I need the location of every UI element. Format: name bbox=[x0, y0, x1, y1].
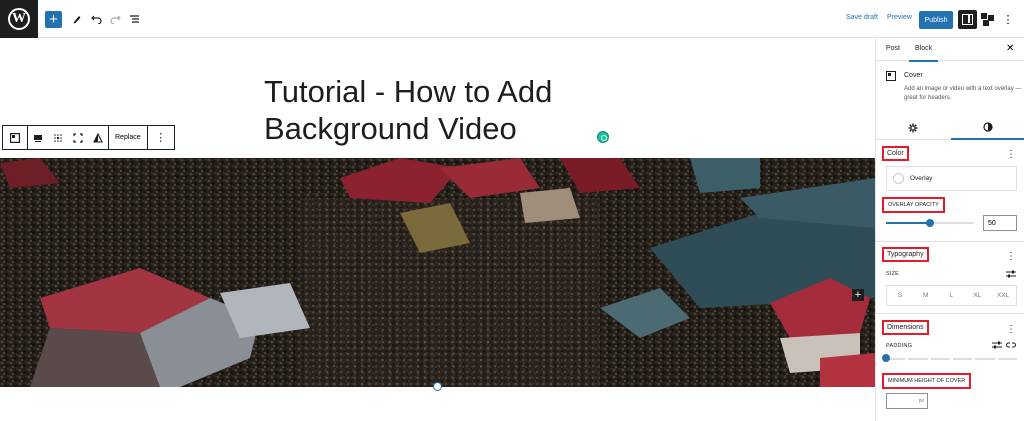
close-icon: ✕ bbox=[1006, 43, 1015, 54]
jetpack-button[interactable] bbox=[980, 10, 994, 28]
tab-block[interactable]: Block bbox=[908, 45, 939, 62]
undo-icon bbox=[90, 15, 102, 24]
cover-block-icon bbox=[10, 132, 20, 143]
padding-label: PADDING bbox=[886, 343, 913, 349]
more-options-button[interactable]: ⋮ bbox=[1002, 10, 1014, 28]
matrix-position-button[interactable] bbox=[48, 126, 68, 149]
block-settings-subtabs bbox=[876, 116, 1024, 140]
tools-button[interactable] bbox=[68, 10, 86, 28]
color-panel-title: Color bbox=[882, 146, 909, 161]
replace-button[interactable]: Replace bbox=[109, 126, 147, 149]
close-sidebar-button[interactable]: ✕ bbox=[1006, 43, 1014, 54]
block-toolbar: Replace ⋮ bbox=[2, 125, 175, 150]
min-height-unit: px bbox=[918, 398, 924, 404]
typography-panel-options-button[interactable]: ⋮ bbox=[1006, 251, 1016, 262]
fullscreen-icon bbox=[73, 132, 83, 143]
font-size-s-button[interactable]: S bbox=[887, 286, 913, 305]
list-view-icon bbox=[129, 15, 139, 23]
more-vertical-icon: ⋮ bbox=[1006, 149, 1016, 160]
duotone-icon bbox=[93, 132, 103, 143]
settings-sidebar: Post Block ✕ Cover Add an image or video… bbox=[875, 39, 1024, 421]
block-options-button[interactable]: ⋮ bbox=[148, 126, 174, 149]
padding-slider-thumb[interactable] bbox=[882, 354, 890, 362]
redo-button[interactable] bbox=[106, 10, 124, 28]
jetpack-icon bbox=[980, 12, 994, 26]
font-size-m-button[interactable]: M bbox=[913, 286, 939, 305]
save-draft-button[interactable]: Save draft bbox=[846, 14, 878, 21]
dimensions-panel-options-button[interactable]: ⋮ bbox=[1006, 324, 1016, 335]
custom-size-toggle-icon[interactable] bbox=[1006, 270, 1016, 278]
tab-block-styles[interactable] bbox=[951, 116, 1024, 140]
cover-block-icon bbox=[886, 71, 896, 81]
tab-post[interactable]: Post bbox=[886, 45, 900, 52]
overlay-opacity-slider[interactable] bbox=[886, 219, 974, 227]
pencil-icon bbox=[73, 16, 81, 24]
link-sides-icon[interactable] bbox=[1006, 341, 1016, 349]
gear-icon bbox=[908, 123, 918, 133]
change-content-position-button[interactable] bbox=[28, 126, 48, 149]
duotone-button[interactable] bbox=[88, 126, 108, 149]
block-description: Add an image or video with a text overla… bbox=[904, 86, 1022, 101]
add-block-button[interactable]: + bbox=[45, 11, 62, 28]
more-vertical-icon: ⋮ bbox=[1006, 251, 1016, 262]
overlay-swatch bbox=[893, 173, 904, 184]
list-view-button[interactable] bbox=[125, 10, 143, 28]
editor-top-bar: W + Save draft Preview Publish ⋮ bbox=[0, 0, 1024, 38]
full-height-button[interactable] bbox=[68, 126, 88, 149]
options-group: ⋮ bbox=[148, 126, 174, 149]
color-panel-options-button[interactable]: ⋮ bbox=[1006, 149, 1016, 160]
cover-resize-handle[interactable] bbox=[433, 382, 442, 391]
overlay-label: Overlay bbox=[910, 175, 933, 182]
preview-button[interactable]: Preview bbox=[887, 14, 912, 21]
wordpress-logo-icon: W bbox=[8, 8, 30, 30]
grid-dots-icon bbox=[54, 133, 62, 142]
tab-block-settings[interactable] bbox=[876, 116, 950, 140]
settings-toggle-button[interactable] bbox=[958, 10, 977, 29]
overlay-color-button[interactable]: Overlay bbox=[886, 166, 1017, 191]
typography-panel-title: Typography bbox=[882, 247, 929, 262]
font-size-l-button[interactable]: L bbox=[939, 286, 965, 305]
more-vertical-icon: ⋮ bbox=[155, 132, 167, 144]
publish-button[interactable]: Publish bbox=[919, 11, 953, 29]
settings-icon bbox=[962, 14, 973, 25]
padding-custom-toggle-icon[interactable] bbox=[992, 341, 1002, 349]
contrast-icon bbox=[983, 122, 993, 132]
editor-canvas: Tutorial - How to Add Background Video R… bbox=[0, 39, 875, 421]
min-height-label: MINIMUM HEIGHT OF COVER bbox=[882, 373, 972, 389]
cover-block[interactable]: + bbox=[0, 158, 875, 387]
sidebar-tabs: Post Block ✕ bbox=[876, 39, 1024, 62]
more-vertical-icon: ⋮ bbox=[1006, 324, 1016, 335]
overlay-opacity-input[interactable] bbox=[983, 215, 1017, 231]
add-block-inserter-button[interactable]: + bbox=[852, 289, 864, 301]
panel-divider bbox=[876, 313, 1024, 314]
font-size-xl-button[interactable]: XL bbox=[964, 286, 990, 305]
size-label: SIZE bbox=[886, 271, 900, 277]
dimensions-panel-title: Dimensions bbox=[882, 320, 929, 335]
more-vertical-icon: ⋮ bbox=[1002, 13, 1014, 26]
block-name: Cover bbox=[904, 72, 923, 79]
panel-divider bbox=[876, 241, 1024, 242]
redo-icon bbox=[109, 15, 121, 24]
replace-group: Replace bbox=[109, 126, 148, 149]
min-height-input[interactable]: px bbox=[886, 393, 928, 409]
overlay-opacity-slider-thumb[interactable] bbox=[926, 219, 934, 227]
overlay-opacity-slider-fill bbox=[886, 222, 930, 224]
wordpress-logo[interactable]: W bbox=[0, 0, 38, 38]
content-position-icon bbox=[34, 134, 42, 142]
cover-background-video-image bbox=[0, 158, 875, 387]
font-size-xxl-button[interactable]: XXL bbox=[990, 286, 1016, 305]
undo-button[interactable] bbox=[87, 10, 105, 28]
alignment-group bbox=[28, 126, 109, 149]
block-type-button[interactable] bbox=[3, 126, 27, 149]
font-size-picker: S M L XL XXL bbox=[886, 285, 1017, 306]
post-title[interactable]: Tutorial - How to Add Background Video bbox=[264, 73, 594, 147]
block-type-group bbox=[3, 126, 28, 149]
grammarly-icon[interactable] bbox=[597, 131, 609, 143]
overlay-opacity-label: OVERLAY OPACITY bbox=[882, 197, 945, 213]
padding-slider[interactable] bbox=[886, 358, 1017, 360]
